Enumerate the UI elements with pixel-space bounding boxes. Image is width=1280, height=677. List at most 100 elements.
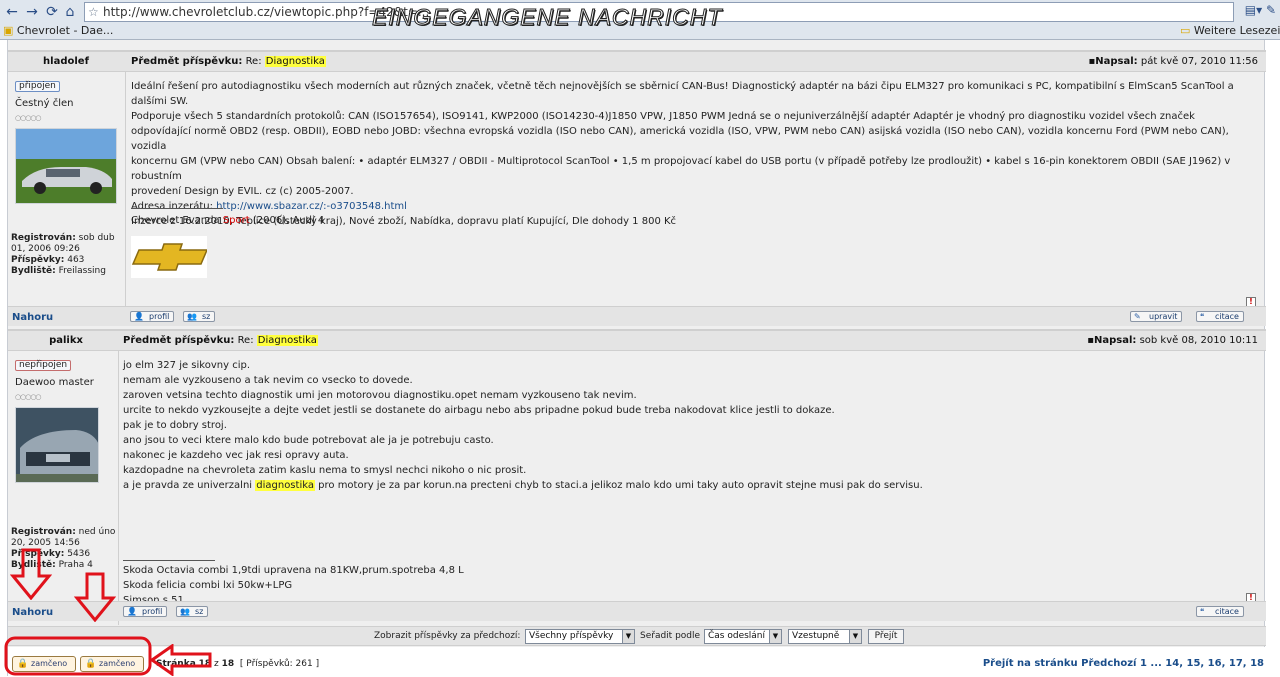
quote-button[interactable]: ❝ citace xyxy=(1196,606,1244,617)
page-jump-links[interactable]: Přejít na stránku Předchozí 1 ... 14, 15… xyxy=(983,658,1264,669)
profile-icon: 👤 xyxy=(134,312,144,321)
period-select[interactable]: Všechny příspěvky ▼ xyxy=(525,629,635,644)
body-line: odpovídající normě OBD2 (resp. OBDII), E… xyxy=(131,126,1229,152)
top-link[interactable]: Nahoru xyxy=(12,312,53,323)
order-select[interactable]: Vzestupně ▼ xyxy=(788,629,862,644)
period-value: Všechny příspěvky xyxy=(529,631,614,641)
pm-icon: 👥 xyxy=(180,607,190,616)
reload-icon[interactable]: ⟳ xyxy=(42,3,62,21)
last-post: pro motory je za par korun.na precteni c… xyxy=(318,480,923,491)
pm-label: sz xyxy=(202,312,211,321)
forum-topic: hladolef Předmět příspěvku: Re: Diagnost… xyxy=(7,40,1266,676)
body-line: Podporuje všech 5 standardních protokolů… xyxy=(131,111,1195,122)
signature-divider xyxy=(131,208,223,209)
body-line: nakonec je kazdeho vec jak resi opravy a… xyxy=(123,450,349,461)
sig-line: Skoda felicia combi lxi 50kw+LPG xyxy=(123,580,293,591)
last-pre: a je pravda ze univerzalni xyxy=(123,480,253,491)
author-stats: Registrován: sob dub 01, 2006 09:26 Přís… xyxy=(11,233,126,277)
bookmarks-folder[interactable]: ▭ Weitere Lesezeic xyxy=(1180,23,1280,39)
status-badge: nepřipojen xyxy=(15,360,72,371)
location-value: Freilassing xyxy=(58,266,106,276)
posts-label: Příspěvky: xyxy=(11,255,65,265)
back-icon[interactable]: ← xyxy=(2,3,22,21)
chevron-down-icon: ▼ xyxy=(622,630,634,643)
post-subject: Předmět příspěvku: Re: Diagnostika xyxy=(131,56,326,67)
order-value: Vzestupně xyxy=(792,631,840,641)
annotation-arrow-down xyxy=(74,572,116,622)
posts-value: 463 xyxy=(67,255,85,265)
profile-button[interactable]: 👤 profil xyxy=(123,606,168,617)
bookmarks-label: Weitere Lesezeic xyxy=(1193,24,1280,37)
browser-chrome: ← → ⟳ ⌂ ☆ http://www.chevroletclub.cz/vie… xyxy=(0,0,1280,40)
period-label: Zobrazit příspěvky za předchozí: xyxy=(374,631,521,641)
post-header: hladolef Předmět příspěvku: Re: Diagnost… xyxy=(8,50,1266,72)
body-line: pak je to dobry stroj. xyxy=(123,420,227,431)
posted-date: ▪Napsal: sob kvě 08, 2010 10:11 xyxy=(1087,335,1258,346)
signature-divider xyxy=(123,560,215,561)
rank-stars: ○○○○○ xyxy=(15,114,42,122)
body-line: zaroven vetsina techto diagnostik umi je… xyxy=(123,390,637,401)
subject-prefix: Re: xyxy=(245,56,262,67)
post-palikx: palikx Předmět příspěvku: Re: Diagnostik… xyxy=(8,329,1266,625)
post-header: palikx Předmět příspěvku: Re: Diagnostik… xyxy=(8,329,1266,351)
star-icon[interactable]: ☆ xyxy=(88,3,99,21)
chevron-down-icon: ▼ xyxy=(849,630,861,643)
sig-car: Chevrolet Evanda xyxy=(131,215,220,226)
body-line: a je pravda ze univerzalni diagnostika p… xyxy=(123,478,1258,493)
sort-label: Seřadit podle xyxy=(640,631,701,641)
profile-button[interactable]: 👤 profil xyxy=(130,311,175,322)
subject-keyword: Diagnostika xyxy=(264,56,326,67)
overlay-title: EINGEGANGENE NACHRICHT xyxy=(371,4,723,31)
quote-button[interactable]: ❝ citace xyxy=(1196,311,1244,322)
posted-label: Napsal: xyxy=(1093,335,1137,346)
author-name[interactable]: hladolef xyxy=(8,56,124,67)
body-line: jo elm 327 je sikovny cip. xyxy=(123,360,250,371)
posted-label: Napsal: xyxy=(1095,56,1138,67)
filter-bar: Zobrazit příspěvky za předchozí: Všechny… xyxy=(8,626,1266,646)
body-line: nemam ale vyzkouseno a tak nevim co vsec… xyxy=(123,375,413,386)
body-line: urcite to nekdo vyzkousejte a dejte vede… xyxy=(123,405,835,416)
posted-date: ▪Napsal: pát kvě 07, 2010 11:56 xyxy=(1088,56,1258,67)
sort-select[interactable]: Čas odeslání ▼ xyxy=(704,629,782,644)
ad-link[interactable]: http://www.sbazar.cz/:-o3703548.html xyxy=(216,201,407,212)
ad-label: Adresa inzerátu: xyxy=(131,201,213,212)
author-name[interactable]: palikx xyxy=(8,335,124,346)
post-footer: Nahoru 👤 profil 👥 sz ✎ upravit ❝ citace xyxy=(8,306,1266,326)
edit-button[interactable]: ✎ upravit xyxy=(1130,311,1183,322)
forward-icon[interactable]: → xyxy=(22,3,42,21)
profile-label: profil xyxy=(142,607,163,616)
annotation-arrow-down xyxy=(10,548,52,600)
subject-label: Předmět příspěvku: xyxy=(131,56,243,67)
bookmark-icon: ▣ xyxy=(3,24,17,37)
post-subject: Předmět příspěvku: Re: Diagnostika xyxy=(123,335,318,346)
pm-button[interactable]: 👥 sz xyxy=(176,606,209,617)
annotation-arrow-left xyxy=(150,644,212,676)
home-icon[interactable]: ⌂ xyxy=(60,3,80,21)
sig-sport: Sport xyxy=(222,215,250,226)
post-footer: Nahoru 👤 profil 👥 sz ❝ citace xyxy=(8,601,1266,621)
body-line: koncernu GM (VPW nebo CAN) Obsah balení:… xyxy=(131,156,1231,182)
registered-label: Registrován: xyxy=(11,233,76,243)
annotation-circle xyxy=(4,636,152,676)
page-total: 18 xyxy=(221,659,235,669)
body-line: Ideální řešení pro autodiagnostiku všech… xyxy=(131,81,1234,107)
page-menu-icon[interactable]: ▤▾ ✎ xyxy=(1245,3,1276,17)
go-button[interactable]: Přejít xyxy=(868,629,904,644)
posted-value: sob kvě 08, 2010 10:11 xyxy=(1139,335,1258,346)
post-icon[interactable]: ▪ xyxy=(1087,335,1094,346)
posted-value: pát kvě 07, 2010 11:56 xyxy=(1140,56,1258,67)
location-value: Praha 4 xyxy=(58,560,93,570)
pm-button[interactable]: 👥 sz xyxy=(183,311,216,322)
registered-label: Registrován: xyxy=(11,527,76,537)
quote-icon: ❝ xyxy=(1200,312,1205,321)
subject-prefix: Re: xyxy=(237,335,254,346)
tab-chevrolet[interactable]: ▣ Chevrolet - Dae... xyxy=(0,23,120,39)
status-badge: připojen xyxy=(15,81,60,92)
page-of: z xyxy=(214,659,219,669)
sort-value: Čas odeslání xyxy=(708,631,766,641)
quote-icon: ❝ xyxy=(1200,607,1205,616)
top-link[interactable]: Nahoru xyxy=(12,607,53,618)
author-rank: Čestný člen xyxy=(15,98,74,109)
column-divider xyxy=(118,351,119,625)
body-line: ano jsou to veci ktere malo kdo bude pot… xyxy=(123,435,494,446)
